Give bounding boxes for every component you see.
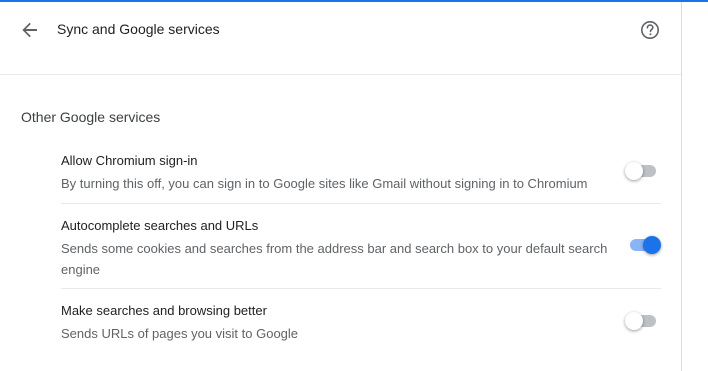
section-title: Other Google services xyxy=(21,109,161,125)
help-icon xyxy=(640,20,660,45)
toggle-knob xyxy=(625,162,643,180)
toggle-knob xyxy=(643,236,661,254)
arrow-back-icon xyxy=(22,22,38,43)
setting-row-browsing-better: Make searches and browsing better Sends … xyxy=(61,302,661,344)
back-button[interactable] xyxy=(16,18,44,46)
page-header: Sync and Google services xyxy=(0,2,681,75)
row-divider xyxy=(61,203,661,204)
setting-title: Make searches and browsing better xyxy=(61,303,267,318)
setting-row-chromium-signin: Allow Chromium sign-in By turning this o… xyxy=(61,152,661,194)
browsing-better-toggle[interactable] xyxy=(625,311,659,331)
page-title: Sync and Google services xyxy=(57,21,220,37)
chromium-signin-toggle[interactable] xyxy=(625,161,659,181)
setting-title: Allow Chromium sign-in xyxy=(61,153,198,168)
setting-title: Autocomplete searches and URLs xyxy=(61,218,259,233)
autocomplete-toggle[interactable] xyxy=(627,235,661,255)
setting-description: By turning this off, you can sign in to … xyxy=(61,176,588,191)
setting-description: Sends some cookies and searches from the… xyxy=(61,241,608,277)
right-side-pane xyxy=(682,2,708,371)
row-divider xyxy=(61,288,661,289)
setting-description: Sends URLs of pages you visit to Google xyxy=(61,326,299,341)
setting-row-autocomplete: Autocomplete searches and URLs Sends som… xyxy=(61,217,661,280)
settings-card: Sync and Google services Other Google se… xyxy=(0,2,682,371)
help-button[interactable] xyxy=(636,18,664,46)
toggle-knob xyxy=(625,312,643,330)
